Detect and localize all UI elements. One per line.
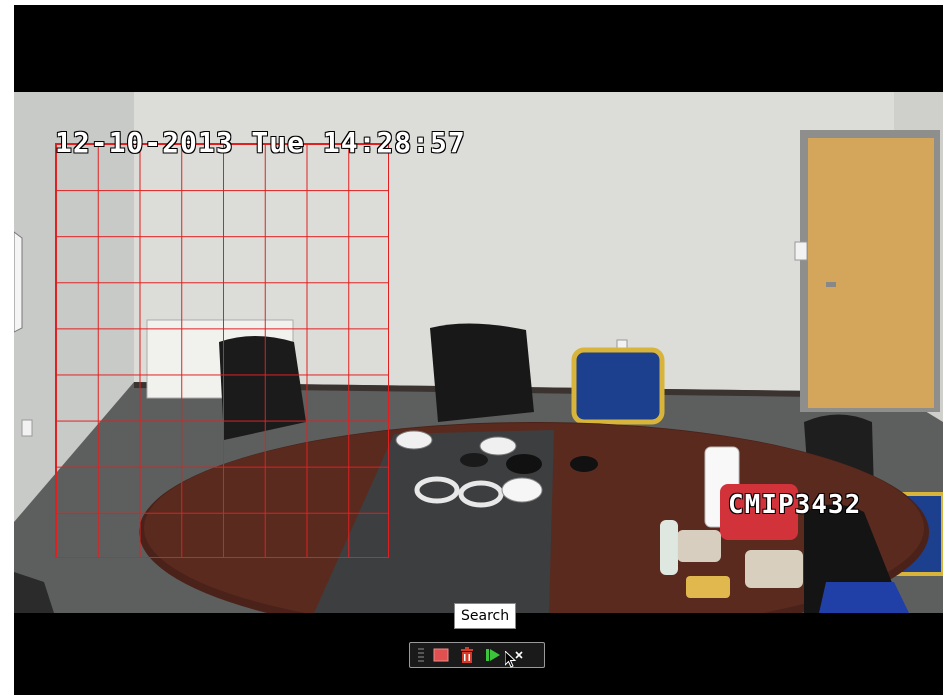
search-tooltip: Search: [454, 603, 517, 629]
video-viewer[interactable]: 12-10-2013 Tue 14:28:57 CMIP3432 Search: [14, 5, 943, 695]
clear-button[interactable]: [458, 646, 476, 664]
motion-grid[interactable]: [55, 143, 389, 558]
osd-camera-name: CMIP3432: [728, 490, 862, 520]
mouse-cursor-icon: [505, 651, 517, 668]
play-icon: [486, 649, 500, 661]
red-square-icon: [433, 648, 449, 662]
motion-detection-area: 12-10-2013 Tue 14:28:57 CMIP3432: [14, 92, 943, 613]
motion-area-button[interactable]: [432, 646, 450, 664]
drag-handle-icon[interactable]: [418, 648, 424, 662]
search-button[interactable]: [484, 646, 502, 664]
trash-icon: [461, 647, 473, 663]
motion-toolbar: [409, 642, 545, 668]
osd-datetime: 12-10-2013 Tue 14:28:57: [55, 126, 466, 159]
